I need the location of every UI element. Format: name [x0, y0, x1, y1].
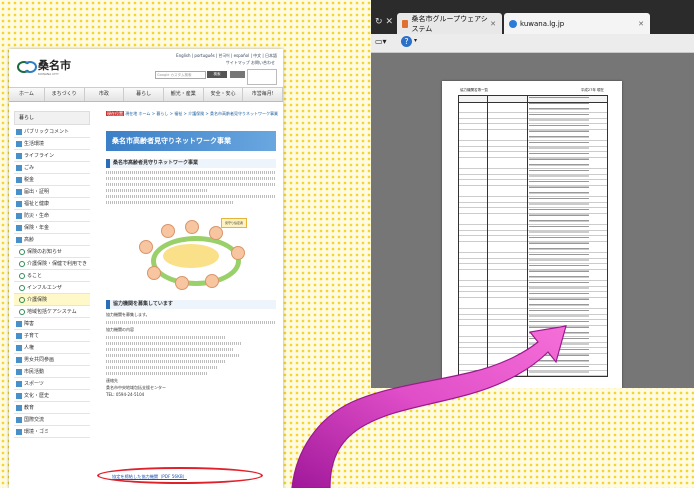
curved-arrow-icon [291, 325, 567, 488]
